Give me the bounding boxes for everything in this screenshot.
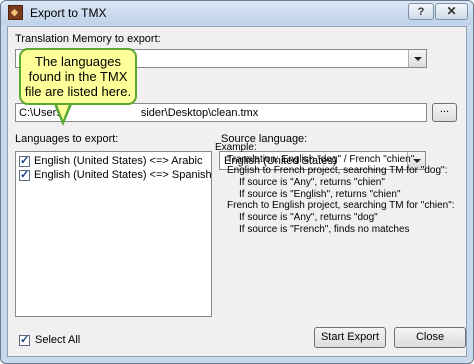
example-line: English to French project, searching TM … xyxy=(227,165,448,177)
file-path-suffix: sider\Desktop\clean.tmx xyxy=(140,107,259,119)
example-text: Example: Translation: English "dog" / Fr… xyxy=(215,142,455,236)
title-bar: ◆ Export to TMX ? ✕ xyxy=(1,1,473,25)
callout-line: file are listed here. xyxy=(24,84,132,99)
language-checkbox[interactable] xyxy=(19,154,30,167)
language-label: English (United States) <=> Spanish xyxy=(34,169,212,181)
app-icon: ◆ xyxy=(8,5,23,20)
tm-label: Translation Memory to export: xyxy=(15,33,161,45)
chevron-down-icon[interactable] xyxy=(408,50,426,67)
window-close-button[interactable]: ✕ xyxy=(435,3,468,20)
callout-line: found in the TMX xyxy=(28,69,128,84)
example-line: If source is "Any", returns "chien" xyxy=(239,177,385,189)
file-path-input[interactable]: C:\Users\ sider\Desktop\clean.tmx xyxy=(15,103,427,122)
languages-label: Languages to export: xyxy=(15,133,119,145)
export-dialog: ◆ Export to TMX ? ✕ Translation Memory t… xyxy=(0,0,474,364)
language-label: English (United States) <=> Arabic xyxy=(34,155,203,167)
start-export-button[interactable]: Start Export xyxy=(314,327,386,348)
example-line: If source is "French", finds no matches xyxy=(239,223,410,235)
example-line: Translation: English "dog" / French "chi… xyxy=(227,153,415,165)
callout-line: The languages xyxy=(34,54,121,69)
example-line: If source is "Any", returns "dog" xyxy=(239,212,378,224)
callout-tooltip: The languages found in the TMX file are … xyxy=(19,48,137,105)
window-title: Export to TMX xyxy=(30,6,107,20)
select-all-label: Select All xyxy=(35,334,81,346)
languages-list[interactable]: English (United States) <=> Arabic Engli… xyxy=(15,151,212,317)
example-line: French to English project, searching TM … xyxy=(227,200,455,212)
language-checkbox[interactable] xyxy=(19,168,30,181)
example-line: If source is "English", returns "chien" xyxy=(239,188,401,200)
close-button[interactable]: Close xyxy=(394,327,466,348)
example-line: Example: xyxy=(215,142,257,153)
help-button[interactable]: ? xyxy=(408,3,434,20)
select-all-checkbox[interactable] xyxy=(19,333,30,346)
browse-button[interactable]: ... xyxy=(432,103,457,122)
